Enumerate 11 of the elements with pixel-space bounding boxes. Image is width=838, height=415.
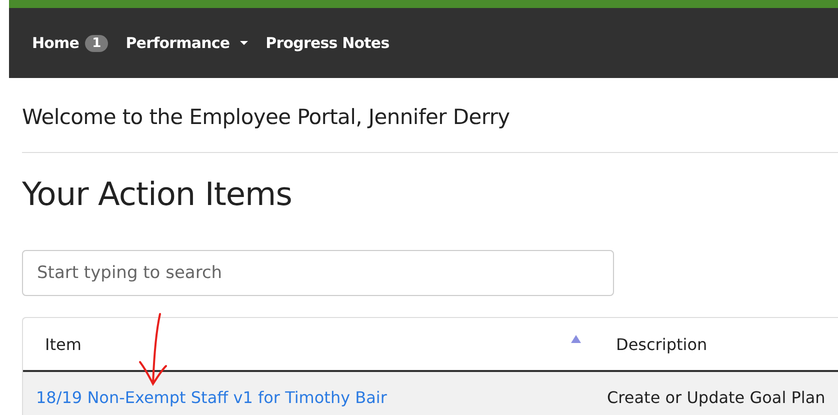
column-header[interactable]: Description (605, 318, 838, 370)
column-header[interactable]: Item (23, 318, 605, 370)
search-field[interactable]: Start typing to search (22, 250, 614, 296)
nav-link[interactable]: Performance (126, 34, 248, 52)
table-cell: Create or Update Goal Plan (607, 388, 826, 406)
page-heading: Your Action Items (22, 175, 293, 215)
nav-link[interactable]: Progress Notes (266, 34, 390, 52)
item-link[interactable]: 18/19 Non-Exempt Staff v1 for Timothy Bair (36, 388, 387, 406)
welcome-text: Welcome to the Employee Portal, Jennifer Derry (22, 104, 511, 131)
count-badge: 1 (85, 34, 108, 52)
nav-link[interactable]: Home 1 (32, 34, 108, 52)
